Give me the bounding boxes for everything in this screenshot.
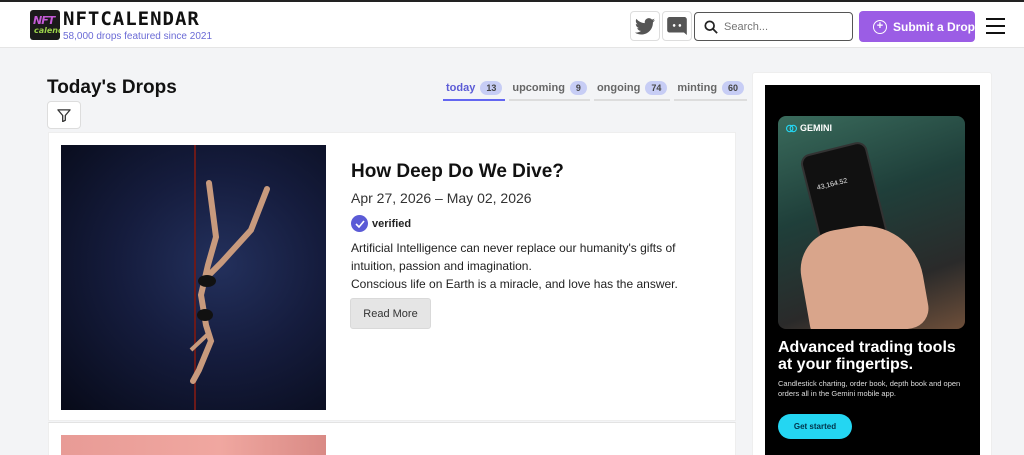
tab-count: 74 [645, 80, 668, 95]
drop-card [48, 422, 736, 455]
drop-description: Artificial Intelligence can never replac… [351, 239, 711, 293]
hand-graphic [794, 216, 932, 329]
submit-drop-label: Submit a Drop [893, 19, 976, 34]
logo-text-bottom: calendar [34, 26, 60, 35]
search-icon [704, 20, 718, 34]
discord-button[interactable] [662, 11, 692, 41]
page-title: Today's Drops [47, 77, 177, 98]
drop-dates: Apr 27, 2026 – May 02, 2026 [351, 190, 532, 206]
top-header: NFT calendar NFTCALENDAR 58,000 drops fe… [0, 0, 1024, 48]
get-started-button[interactable]: Get started [778, 414, 852, 439]
twitter-button[interactable] [630, 11, 660, 41]
ad-brand-label: GEMINI [800, 123, 833, 133]
tab-label: today [446, 81, 476, 94]
ad-screen-value: 43,164.52 [816, 177, 849, 192]
drop-card: How Deep Do We Dive? Apr 27, 2026 – May … [48, 132, 736, 421]
tab-count: 60 [722, 80, 745, 95]
plus-circle-icon: + [873, 19, 887, 34]
discord-icon [667, 17, 687, 35]
ad-headline: Advanced trading tools at your fingertip… [778, 339, 956, 373]
dancer-figure [189, 180, 270, 384]
hamburger-menu-icon[interactable] [986, 18, 1006, 34]
brand-name[interactable]: NFTCALENDAR [63, 8, 200, 30]
tab-upcoming[interactable]: upcoming 9 [509, 76, 590, 101]
filter-icon [57, 108, 71, 122]
tab-label: upcoming [512, 81, 565, 94]
drop-tabs: today 13 upcoming 9 ongoing 74 minting 6… [443, 76, 751, 101]
gemini-logo-icon [786, 124, 797, 132]
sidebar: GEMINI 43,164.52 Advanced trading tools … [752, 72, 992, 455]
ad-photo: GEMINI 43,164.52 [778, 116, 965, 329]
tab-minting[interactable]: minting 60 [674, 76, 748, 101]
site-logo[interactable]: NFT calendar [30, 10, 60, 40]
submit-drop-button[interactable]: + Submit a Drop [859, 11, 975, 42]
gemini-ad[interactable]: GEMINI 43,164.52 Advanced trading tools … [765, 85, 980, 455]
twitter-icon [635, 17, 655, 34]
read-more-button[interactable]: Read More [350, 298, 431, 329]
filter-button[interactable] [47, 101, 81, 129]
site-tagline: 58,000 drops featured since 2021 [63, 31, 212, 42]
verified-label: verified [372, 217, 412, 230]
drop-image[interactable] [61, 435, 326, 455]
verified-badge: verified [351, 215, 411, 232]
search-box[interactable] [694, 12, 853, 41]
tab-ongoing[interactable]: ongoing 74 [593, 76, 671, 101]
ad-brand: GEMINI [786, 123, 832, 133]
tab-label: minting [677, 81, 718, 94]
check-icon [351, 215, 368, 232]
drop-description-line: Artificial Intelligence can never replac… [351, 241, 676, 273]
drop-image[interactable] [61, 145, 326, 410]
drop-title[interactable]: How Deep Do We Dive? [351, 161, 564, 183]
ad-subtext: Candlestick charting, order book, depth … [778, 379, 961, 398]
drop-description-line: Conscious life on Earth is a miracle, an… [351, 277, 678, 291]
tab-label: ongoing [596, 81, 641, 94]
tab-count: 9 [569, 80, 587, 95]
search-input[interactable] [724, 18, 844, 36]
tab-today[interactable]: today 13 [443, 76, 506, 101]
tab-count: 13 [480, 80, 503, 95]
